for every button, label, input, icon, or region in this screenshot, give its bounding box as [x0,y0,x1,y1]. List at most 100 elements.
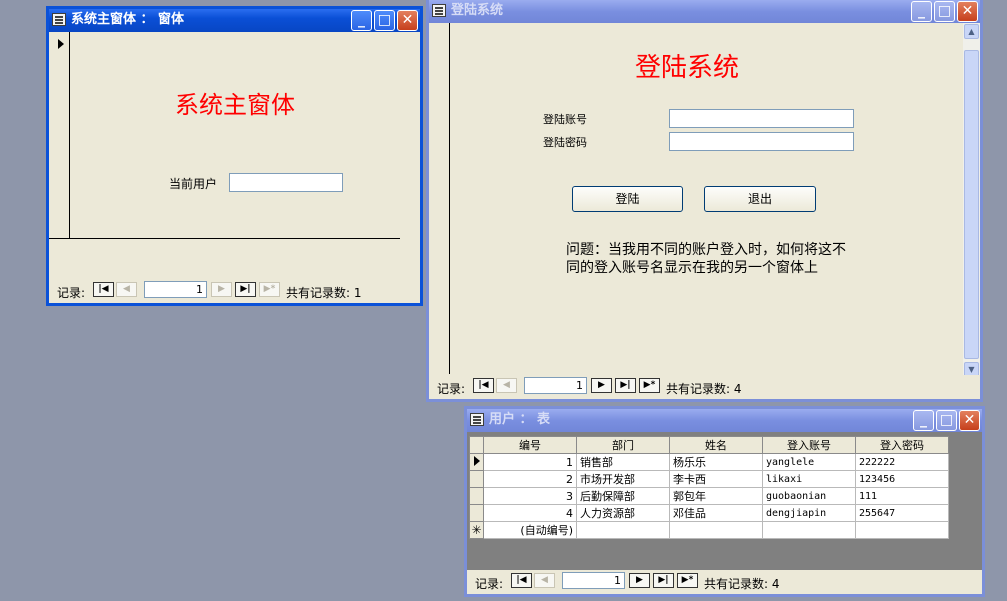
prev-record-button[interactable]: ◀ [496,378,517,393]
record-navigation-bar: 记录: |◀ ◀ 1 ▶ ▶| ▶* 共有记录数: 4 [429,375,980,399]
column-header-id[interactable]: 编号 [483,436,577,454]
user-table-title: 用户 ： 表 [489,412,551,427]
exit-button[interactable]: 退出 [704,186,816,212]
cell-id-autonumber[interactable]: (自动编号) [483,521,577,539]
scroll-up-button[interactable]: ▲ [964,24,979,39]
current-user-label: 当前用户 [169,177,218,191]
table-row[interactable]: 1 销售部 杨乐乐 yanglele 222222 [469,453,949,471]
table-row[interactable]: 3 后勤保障部 郭包年 guobaonian 111 [469,487,949,505]
record-selector[interactable] [429,23,450,374]
new-record-row[interactable]: ✳ (自动编号) [469,521,949,539]
user-datasheet: 编号 部门 姓名 登入账号 登入密码 1 销售部 杨乐乐 yanglele 22… [469,436,949,539]
last-record-button[interactable]: ▶| [235,282,256,297]
main-form-body: 系统主窗体 当前用户 记录: |◀ ◀ 1 ▶ ▶| ▶* 共有记录数: 1 [49,32,420,303]
cell-id[interactable]: 1 [483,453,577,471]
record-number-field[interactable]: 1 [144,281,207,298]
record-number-field[interactable]: 1 [524,377,587,394]
prev-record-button[interactable]: ◀ [534,573,555,588]
close-button[interactable]: ✕ [959,410,980,431]
column-header-name[interactable]: 姓名 [669,436,763,454]
first-record-button[interactable]: |◀ [511,573,532,588]
close-button[interactable]: ✕ [397,10,418,31]
maximize-button[interactable]: □ [374,10,395,31]
first-record-button[interactable]: |◀ [473,378,494,393]
table-row[interactable]: 2 市场开发部 李卡西 likaxi 123456 [469,470,949,488]
cell-login-account[interactable]: dengjiapin [762,504,856,522]
cell-department[interactable]: 市场开发部 [576,470,670,488]
record-count: 共有记录数: 1 [286,286,362,300]
cell-name[interactable]: 邓佳品 [669,504,763,522]
cell-login-password[interactable]: 222222 [855,453,949,471]
next-record-button[interactable]: ▶ [591,378,612,393]
row-selector[interactable] [469,487,484,505]
scroll-thumb[interactable] [964,50,979,359]
record-label: 记录: [475,577,504,591]
login-button[interactable]: 登陆 [572,186,683,212]
login-form-title: 登陆系统 [451,3,504,18]
main-form-window: 系统主窗体 ： 窗体 _ □ ✕ 系统主窗体 当前用户 记录: |◀ ◀ 1 ▶… [46,6,423,306]
cell-login-password[interactable] [855,521,949,539]
cell-login-password[interactable]: 123456 [855,470,949,488]
last-record-button[interactable]: ▶| [653,573,674,588]
record-number-field[interactable]: 1 [562,572,625,589]
datasheet-header-row: 编号 部门 姓名 登入账号 登入密码 [469,436,949,454]
cell-name[interactable] [669,521,763,539]
cell-login-account[interactable]: guobaonian [762,487,856,505]
minimize-button[interactable]: _ [911,1,932,22]
column-header-login-account[interactable]: 登入账号 [762,436,856,454]
user-table-titlebar[interactable]: 用户 ： 表 _ □ ✕ [467,409,982,432]
record-count: 共有记录数: 4 [704,577,780,591]
cell-name[interactable]: 杨乐乐 [669,453,763,471]
cell-login-account[interactable]: likaxi [762,470,856,488]
cell-department[interactable]: 后勤保障部 [576,487,670,505]
new-record-button[interactable]: ▶* [259,282,280,297]
first-record-button[interactable]: |◀ [93,282,114,297]
next-record-button[interactable]: ▶ [629,573,650,588]
cell-login-password[interactable]: 255647 [855,504,949,522]
cell-department[interactable]: 人力资源部 [576,504,670,522]
row-selector[interactable] [469,453,484,471]
login-form-titlebar[interactable]: 登陆系统 _ □ ✕ [429,0,980,23]
record-navigation-bar: 记录: |◀ ◀ 1 ▶ ▶| ▶* 共有记录数: 4 [467,570,982,594]
record-selector[interactable] [49,32,70,238]
record-count: 共有记录数: 4 [666,382,742,396]
minimize-button[interactable]: _ [351,10,372,31]
password-field[interactable] [669,132,854,151]
cell-login-account[interactable] [762,521,856,539]
cell-id[interactable]: 2 [483,470,577,488]
cell-id[interactable]: 3 [483,487,577,505]
last-record-button[interactable]: ▶| [615,378,636,393]
cell-department[interactable] [576,521,670,539]
header-selector[interactable] [469,436,484,454]
close-button[interactable]: ✕ [957,1,978,22]
cell-id[interactable]: 4 [483,504,577,522]
vertical-scrollbar[interactable]: ▲ ▼ [963,23,980,379]
main-form-heading: 系统主窗体 [175,91,295,119]
cell-login-account[interactable]: yanglele [762,453,856,471]
main-form-titlebar[interactable]: 系统主窗体 ： 窗体 _ □ ✕ [49,9,420,32]
account-field[interactable] [669,109,854,128]
maximize-button[interactable]: □ [936,410,957,431]
cell-name[interactable]: 李卡西 [669,470,763,488]
minimize-button[interactable]: _ [913,410,934,431]
cell-name[interactable]: 郭包年 [669,487,763,505]
maximize-button[interactable]: □ [934,1,955,22]
password-label: 登陆密码 [543,136,587,149]
table-row[interactable]: 4 人力资源部 邓佳品 dengjiapin 255647 [469,504,949,522]
row-selector[interactable] [469,470,484,488]
prev-record-button[interactable]: ◀ [116,282,137,297]
column-header-department[interactable]: 部门 [576,436,670,454]
next-record-button[interactable]: ▶ [211,282,232,297]
record-navigation-bar: 记录: |◀ ◀ 1 ▶ ▶| ▶* 共有记录数: 1 [49,279,420,303]
cell-login-password[interactable]: 111 [855,487,949,505]
form-icon [52,13,66,26]
column-header-login-password[interactable]: 登入密码 [855,436,949,454]
new-record-button[interactable]: ▶* [677,573,698,588]
new-record-star-icon[interactable]: ✳ [469,521,484,539]
new-record-button[interactable]: ▶* [639,378,660,393]
row-selector[interactable] [469,504,484,522]
current-user-field[interactable] [229,173,343,192]
current-record-arrow-icon [473,455,480,466]
cell-department[interactable]: 销售部 [576,453,670,471]
login-form-body: 登陆系统 登陆账号 登陆密码 登陆 退出 问题：当我用不同的账户登入时，如何将这… [429,23,980,399]
